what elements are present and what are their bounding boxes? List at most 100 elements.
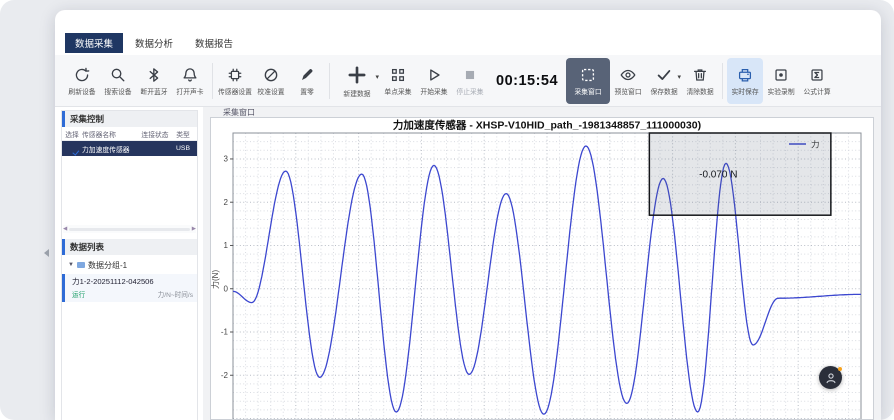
points-icon [389, 66, 407, 84]
data-list-header: 数据列表 [62, 239, 197, 255]
tab-data-collection[interactable]: 数据采集 [65, 33, 123, 53]
toolbar-button-label: 实验录制 [767, 86, 794, 96]
toolbar-button-label: 单点采集 [384, 86, 411, 96]
clear-data-button[interactable]: 清除数据 [682, 58, 718, 104]
person-icon [824, 371, 838, 385]
y-axis-title: 力(N) [211, 270, 220, 289]
record-square-icon [772, 66, 790, 84]
tree-expand-icon[interactable]: ▼ [68, 262, 74, 268]
zero-button[interactable]: 置零 [289, 58, 325, 104]
tab-data-analysis[interactable]: 数据分析 [125, 33, 183, 53]
trash-icon [691, 66, 709, 84]
scroll-track[interactable] [69, 228, 190, 231]
data-list-section: 数据列表 ▼ 数据分组-1 力1-2-20251112-042506 运行 力/… [62, 239, 197, 302]
col-type: 类型 [173, 129, 193, 139]
start-collect-button[interactable]: 开始采集 [416, 58, 452, 104]
data-item-series: 力/N~时间/s [158, 289, 193, 299]
eye-icon [619, 66, 637, 84]
toolbar-button-label: 刷新设备 [68, 86, 95, 96]
realtime-save-button[interactable]: 实时保存 [727, 58, 763, 104]
formula-calc-button[interactable]: 公式计算 [799, 58, 835, 104]
sensor-name: 力加速度传感器 [82, 144, 137, 154]
y-tick-label: 1 [224, 241, 229, 250]
stop-collect-button[interactable]: 停止采集 [452, 58, 488, 104]
check-icon [655, 66, 673, 84]
formula-square-icon [808, 66, 826, 84]
dashed-square-icon [579, 66, 597, 84]
save-data-button[interactable]: ▾保存数据 [646, 58, 682, 104]
col-connection-status: 连接状态 [137, 129, 173, 139]
chart-title: 力加速度传感器 - XHSP-V10HID_path_-1981348857_1… [393, 119, 701, 132]
force-chart: 3 2 1 0 -1 -2 力(N) 力加速度传感器 - XHSP-V10HID_path_-… [211, 118, 873, 419]
sensor-type: USB [173, 145, 193, 152]
toolbar-button-label: 传感器设置 [218, 86, 252, 96]
toolbar-button-label: 打开声卡 [176, 86, 203, 96]
panel-collapse-icon[interactable] [44, 249, 49, 257]
y-tick-label: -2 [221, 371, 229, 380]
search-device-button[interactable]: 搜索设备 [100, 58, 136, 104]
app-window: 数据采集 数据分析 数据报告 刷新设备搜索设备断开蓝牙打开声卡 传感器设置校准设置… [55, 10, 881, 420]
data-list-item[interactable]: 力1-2-20251112-042506 运行 力/N~时间/s [62, 274, 197, 302]
sensor-table-header: 选择 传感器名称 连接状态 类型 [62, 127, 197, 141]
col-select: 选择 [62, 129, 82, 139]
chart-card: 3 2 1 0 -1 -2 力(N) 力加速度传感器 - XHSP-V10HID_path_-… [210, 117, 874, 420]
sensor-icon [226, 66, 244, 84]
data-item-title: 力1-2-20251112-042506 [72, 276, 193, 287]
toolbar-button-label: 预览窗口 [614, 86, 641, 96]
table-horizontal-scrollbar[interactable]: ◀ ▶ [63, 225, 196, 233]
y-tick-label: 2 [224, 198, 229, 207]
selection-value-label: -0.070 N [699, 170, 737, 181]
y-tick-label: 3 [224, 155, 229, 164]
bell-icon [181, 66, 199, 84]
data-group-label: 数据分组-1 [88, 260, 127, 271]
toolbar-button-label: 保存数据 [650, 86, 677, 96]
sensor-table-row[interactable]: 力加速度传感器 USB [62, 141, 197, 156]
toolbar: 刷新设备搜索设备断开蓝牙打开声卡 传感器设置校准设置 置零 ▾ 新建数据 单点采集开始采集… [55, 55, 881, 107]
calib-icon [262, 66, 280, 84]
toolbar-button-label: 校准设置 [257, 86, 284, 96]
toolbar-button-label: 断开蓝牙 [140, 86, 167, 96]
sensor-settings-button[interactable]: 传感器设置 [217, 58, 253, 104]
selection-box[interactable] [649, 133, 830, 215]
calibration-settings-button[interactable]: 校准设置 [253, 58, 289, 104]
toolbar-separator [329, 63, 330, 99]
toolbar-separator [722, 63, 723, 99]
toolbar-button-label: 采集窗口 [574, 86, 601, 96]
data-item-status: 运行 [72, 289, 85, 299]
experiment-record-button[interactable]: 实验录制 [763, 58, 799, 104]
plus-icon [346, 64, 368, 86]
refresh-device-button[interactable]: 刷新设备 [64, 58, 100, 104]
toolbar-button-label: 搜索设备 [104, 86, 131, 96]
tab-data-report[interactable]: 数据报告 [185, 33, 243, 53]
collect-window-button[interactable]: 采集窗口 [566, 58, 610, 104]
collection-control-header: 采集控制 [62, 111, 197, 127]
toolbar-button-label: 置零 [300, 86, 314, 96]
y-tick-label: -1 [221, 328, 229, 337]
dropdown-caret-icon[interactable]: ▾ [375, 73, 379, 81]
toolbar-button-label: 公式计算 [803, 86, 830, 96]
toolbar-button-label: 新建数据 [343, 88, 370, 98]
stop-icon [461, 66, 479, 84]
open-soundcard-button[interactable]: 打开声卡 [172, 58, 208, 104]
toolbar-button-label: 停止采集 [456, 86, 483, 96]
dropdown-caret-icon[interactable]: ▾ [678, 73, 682, 81]
y-tick-label: 0 [224, 284, 229, 293]
left-panel: 采集控制 选择 传感器名称 连接状态 类型 力加速度传感器 USB ◀ ▶ 数据… [61, 110, 198, 420]
disconnect-bluetooth-button[interactable]: 断开蓝牙 [136, 58, 172, 104]
assistant-floating-button[interactable] [819, 366, 842, 389]
machine-icon [736, 66, 754, 84]
data-group-row[interactable]: ▼ 数据分组-1 [62, 258, 197, 272]
single-point-collect-button[interactable]: 单点采集 [380, 58, 416, 104]
play-icon [425, 66, 443, 84]
scroll-left-icon[interactable]: ◀ [63, 226, 67, 232]
toolbar-button-label: 清除数据 [686, 86, 713, 96]
preview-window-button[interactable]: 预览窗口 [610, 58, 646, 104]
main-tab-bar: 数据采集 数据分析 数据报告 [65, 33, 243, 52]
folder-icon [77, 262, 85, 268]
new-data-button[interactable]: ▾ 新建数据 [334, 58, 380, 104]
scroll-right-icon[interactable]: ▶ [192, 226, 196, 232]
bluetooth-icon [145, 66, 163, 84]
col-sensor-name: 传感器名称 [82, 129, 137, 139]
collection-timer: 00:15:54 [496, 73, 558, 89]
collection-control-section: 采集控制 选择 传感器名称 连接状态 类型 力加速度传感器 USB [62, 111, 197, 156]
